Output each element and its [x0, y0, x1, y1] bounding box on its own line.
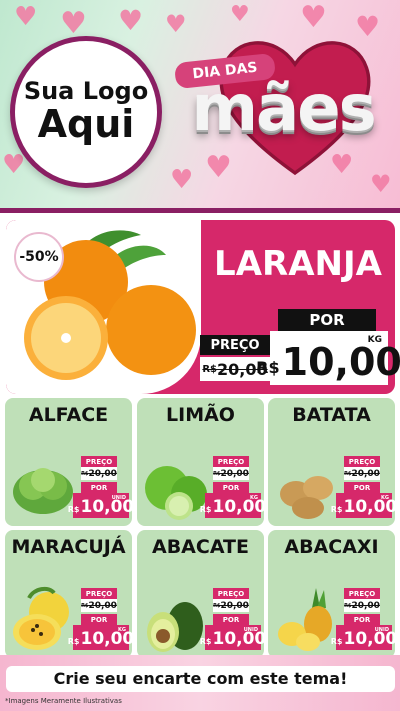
product-name: LIMÃO	[166, 404, 235, 426]
new-currency: R$	[199, 637, 212, 646]
por-label: POR	[81, 614, 117, 625]
new-price: R$ 10,00 KG	[68, 625, 132, 650]
discount-badge: -50%	[14, 232, 64, 282]
old-price: R$ 20,00	[81, 599, 117, 612]
old-currency: R$	[344, 470, 352, 477]
new-currency: R$	[67, 505, 80, 514]
price-unit: UNID	[111, 495, 126, 501]
old-price-value: 20,00	[351, 468, 380, 479]
por-label: POR	[213, 482, 249, 493]
por-label: POR	[344, 482, 380, 493]
featured-por-label: POR	[278, 309, 376, 331]
new-price-value: 10,00	[212, 629, 264, 649]
new-price: R$ 10,00 KG	[200, 493, 264, 518]
disclaimer-text: *Imagens Meramente Ilustrativas	[5, 697, 122, 705]
new-price-value: 10,00	[212, 497, 264, 517]
price-unit: KG	[118, 627, 126, 633]
old-currency: R$	[202, 363, 218, 375]
por-label: POR	[344, 614, 380, 625]
old-price-value: 20,00	[88, 600, 117, 611]
product-card-abacate: ABACATE PREÇO R$ 20,00 POR R$ 10,00 UNID	[137, 530, 264, 658]
featured-preco-label: PREÇO	[200, 335, 270, 355]
old-price: R$ 20,00	[213, 467, 249, 480]
new-currency: R$	[330, 505, 343, 514]
header-divider	[0, 208, 400, 213]
new-price-value: 10,00	[343, 497, 395, 517]
old-price-value: 20,00	[88, 468, 117, 479]
old-price: R$ 20,00	[344, 599, 380, 612]
por-label: POR	[81, 482, 117, 493]
old-currency: R$	[81, 602, 89, 609]
header-banner: ♥ ♥ ♥ ♥ ♥ ♥ ♥ ♥ ♥ ♥ ♥ ♥ Sua Logo Aqui DI…	[0, 0, 400, 213]
old-currency: R$	[81, 470, 89, 477]
preco-label: PREÇO	[344, 456, 380, 467]
preco-label: PREÇO	[213, 588, 249, 599]
price-unit: KG	[367, 335, 382, 345]
product-card-batata: BATATA PREÇO R$ 20,00 POR R$ 10,00 KG	[268, 398, 395, 526]
cta-banner[interactable]: Crie seu encarte com este tema!	[6, 666, 395, 692]
old-price-value: 20,00	[351, 600, 380, 611]
preco-label: PREÇO	[213, 456, 249, 467]
heart-icon: ♥	[14, 2, 38, 32]
new-price-value: 10,00	[80, 629, 132, 649]
new-currency: R$	[199, 505, 212, 514]
price-unit: KG	[381, 495, 389, 501]
product-name: ABACAXI	[284, 536, 379, 558]
old-price-value: 20,00	[220, 468, 249, 479]
old-currency: R$	[213, 470, 221, 477]
new-price: R$ 10,00 KG	[331, 493, 395, 518]
price-unit: KG	[250, 495, 258, 501]
heart-icon: ♥	[170, 165, 194, 195]
new-currency: R$	[67, 637, 80, 646]
preco-label: PREÇO	[81, 588, 117, 599]
old-currency: R$	[213, 602, 221, 609]
price-unit: UNID	[374, 627, 389, 633]
product-card-maracuja: MARACUJÁ PREÇO R$ 20,00 POR R$ 10,00 KG	[5, 530, 132, 658]
preco-label: PREÇO	[344, 588, 380, 599]
heart-icon: ♥	[2, 150, 26, 180]
new-price: R$ 10,00 UNID	[200, 625, 264, 650]
product-name: BATATA	[292, 404, 371, 426]
product-card-abacaxi: ABACAXI PREÇO R$ 20,00 POR R$ 10,00 UNID	[268, 530, 395, 658]
product-name: MARACUJÁ	[11, 536, 126, 558]
new-price-value: 10,00	[281, 340, 400, 384]
new-price: R$ 10,00 UNID	[68, 493, 132, 518]
logo-text-line1: Sua Logo	[23, 76, 149, 105]
price-unit: UNID	[243, 627, 258, 633]
old-price: R$ 20,00	[344, 467, 380, 480]
new-price: R$ 10,00 UNID	[331, 625, 395, 650]
old-price: R$ 20,00	[81, 467, 117, 480]
heart-icon: ♥	[165, 10, 187, 38]
old-currency: R$	[344, 602, 352, 609]
featured-product-name: LARANJA	[214, 244, 382, 284]
product-name: ALFACE	[28, 404, 109, 426]
new-price-value: 10,00	[80, 497, 132, 517]
new-currency: R$	[330, 637, 343, 646]
preco-label: PREÇO	[81, 456, 117, 467]
logo-placeholder: Sua Logo Aqui	[10, 36, 162, 188]
product-card-alface: ALFACE PREÇO R$ 20,00 POR R$ 10,00 UNID	[5, 398, 132, 526]
old-price: R$ 20,00	[213, 599, 249, 612]
product-name: ABACATE	[151, 536, 249, 558]
featured-new-price: R$ 10,00 KG	[256, 331, 400, 385]
old-price-value: 20,00	[220, 600, 249, 611]
por-label: POR	[213, 614, 249, 625]
new-currency: R$	[256, 358, 280, 377]
heart-icon: ♥	[118, 4, 144, 37]
new-price-value: 10,00	[343, 629, 395, 649]
title-big: mães	[191, 72, 376, 146]
featured-image-area: -50%	[6, 220, 201, 394]
logo-text-line2: Aqui	[37, 102, 135, 147]
product-card-limao: LIMÃO PREÇO R$ 20,00 POR R$ 10,00 KG	[137, 398, 264, 526]
